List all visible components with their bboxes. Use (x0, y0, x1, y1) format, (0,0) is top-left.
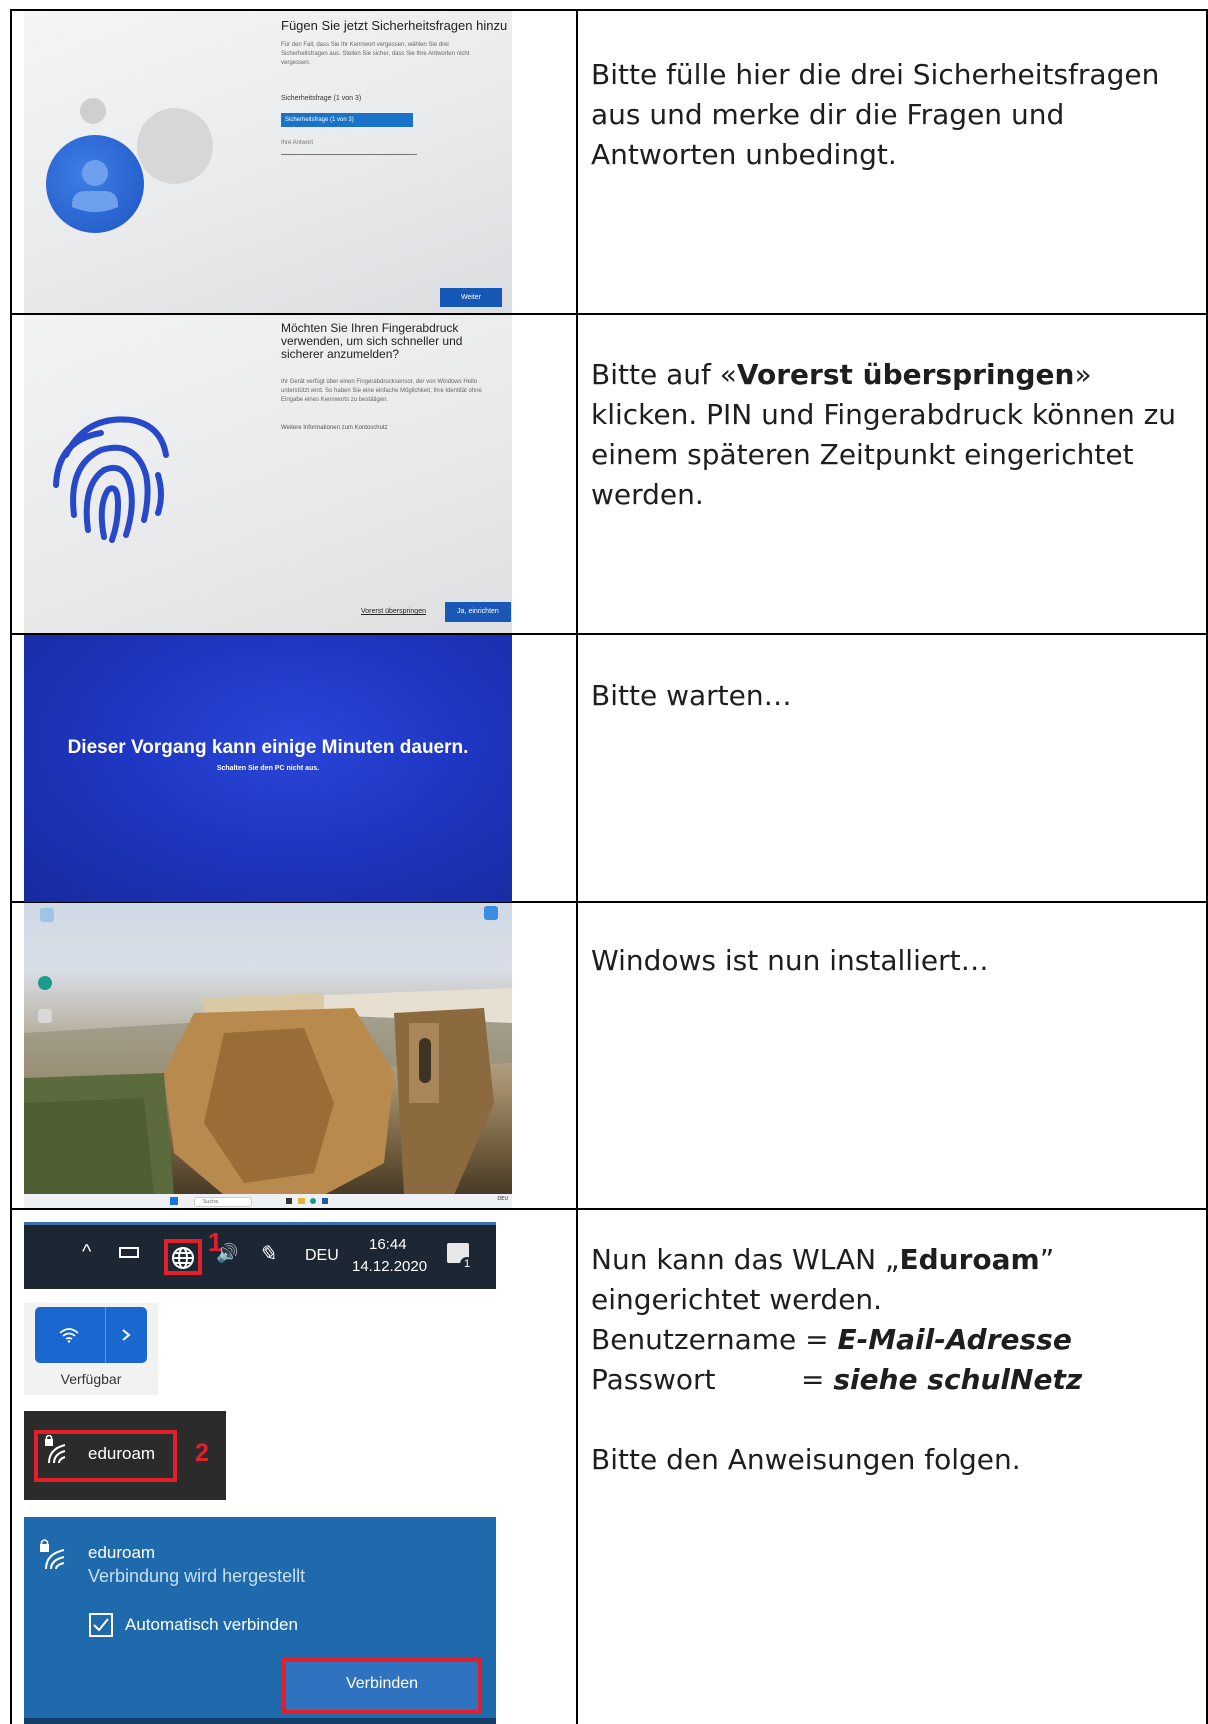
screenshot-please-wait: Dieser Vorgang kann einige Minuten dauer… (24, 635, 512, 902)
instruction-suffix: ” (1039, 1243, 1055, 1276)
taskbar-tray: DEU (497, 1196, 508, 1202)
screenshot-security-questions: Fügen Sie jetzt Sicherheitsfragen hinzu … (24, 11, 512, 313)
setup-button[interactable]: Ja, einrichten (445, 602, 511, 622)
taskview-icon[interactable] (286, 1198, 292, 1204)
screenshot-fingerprint: Möchten Sie Ihren Fingerabdruck verwende… (24, 315, 512, 633)
explorer-icon[interactable] (298, 1198, 305, 1204)
skip-link[interactable]: Vorerst überspringen (361, 608, 426, 615)
taskbar-tray-closeup: ^ 1 🔊 ✎ DEU 16:44 14.12.2020 1 (24, 1222, 496, 1289)
speaker-icon[interactable]: 🔊 (216, 1243, 238, 1264)
instruction-table: Fügen Sie jetzt Sicherheitsfragen hinzu … (0, 0, 1208, 1724)
instruction-paragraph: Bitte auf «Vorerst überspringen» klicken… (591, 355, 1196, 515)
connection-status: Verbindung wird hergestellt (88, 1566, 306, 1586)
edge-browser-icon[interactable] (38, 976, 52, 990)
instruction-text: Bitte warten… (591, 676, 1196, 716)
network-list-item[interactable]: eduroam 2 (24, 1411, 226, 1500)
password-line: Passwort = siehe schulNetz (591, 1360, 1196, 1400)
instruction-prefix: Nun kann das WLAN „ (591, 1243, 900, 1276)
instruction-emphasis: Vorerst überspringen (736, 358, 1075, 391)
store-icon[interactable] (322, 1198, 328, 1204)
password-value: siehe schulNetz (833, 1363, 1083, 1396)
instruction-paragraph: Nun kann das WLAN „Eduroam” (591, 1240, 1196, 1280)
edge-taskbar-icon[interactable] (310, 1198, 316, 1204)
avatar-decoration (137, 108, 213, 184)
password-equals: = (801, 1363, 834, 1396)
landscape-wallpaper (24, 988, 512, 1195)
wait-headline: Dieser Vorgang kann einige Minuten dauer… (67, 737, 469, 758)
connect-button[interactable]: Verbinden (282, 1658, 482, 1714)
chevron-up-icon[interactable]: ^ (82, 1241, 91, 1264)
auto-connect-checkbox[interactable] (89, 1613, 113, 1637)
user-avatar-icon (46, 135, 144, 233)
screen-title: Möchten Sie Ihren Fingerabdruck verwende… (281, 321, 463, 361)
taskbar-search[interactable]: Suche (194, 1197, 252, 1207)
screenshot-desktop: Suche DEU (24, 903, 512, 1208)
instruction-paragraph: Windows ist nun installiert… (591, 944, 989, 977)
password-label: Passwort (591, 1363, 716, 1396)
instruction-prefix: Bitte auf « (591, 358, 737, 391)
table-border-middle (576, 9, 578, 1724)
screen-body: Für den Fall, dass Sie Ihr Kennwort verg… (281, 42, 470, 66)
wifi-icon (59, 1328, 79, 1343)
instruction-text: Bitte fülle hier die drei Sicherheitsfra… (591, 55, 1196, 175)
battery-icon[interactable] (119, 1247, 139, 1258)
taskbar: Suche DEU (24, 1194, 512, 1208)
notification-count: 1 (460, 1257, 474, 1271)
auto-connect-label: Automatisch verbinden (125, 1615, 298, 1634)
wifi-status-label: Verfügbar (60, 1371, 122, 1387)
instruction-paragraph: Bitte fülle hier die drei Sicherheitsfra… (591, 58, 1160, 171)
chevron-right-icon[interactable] (121, 1328, 131, 1342)
panel-network-name: eduroam (88, 1543, 156, 1562)
network-icon-highlight (164, 1239, 202, 1275)
network-emphasis: Eduroam (899, 1243, 1040, 1276)
clock-time[interactable]: 16:44 (369, 1236, 407, 1253)
next-button[interactable]: Weiter (440, 288, 502, 307)
instruction-text: Nun kann das WLAN „Eduroam” eingerichtet… (591, 1240, 1196, 1480)
desktop-shortcut-icon[interactable] (38, 1009, 52, 1023)
username-value: E-Mail-Adresse (837, 1323, 1072, 1356)
wait-subline: Schalten Sie den PC nicht aus. (216, 765, 320, 772)
clock-date[interactable]: 14.12.2020 (352, 1258, 427, 1275)
instruction-paragraph: Bitte warten… (591, 679, 792, 712)
security-question-select[interactable]: Sicherheitsfrage (1 von 3) (281, 113, 413, 127)
tile-separator (105, 1307, 106, 1363)
account-protection-link[interactable]: Weitere Informationen zum Kontoschutz (281, 425, 388, 431)
start-icon[interactable] (170, 1197, 178, 1205)
answer-input[interactable]: Ihre Antwort (281, 140, 417, 155)
wifi-quick-tile: Verfügbar (24, 1303, 158, 1395)
language-indicator[interactable]: DEU (497, 1196, 508, 1202)
network-highlight (34, 1430, 177, 1482)
username-label: Benutzername = (591, 1323, 838, 1356)
wifi-secured-icon (40, 1539, 65, 1570)
panel-footer (24, 1718, 496, 1724)
instruction-text: Bitte auf «Vorerst überspringen» klicken… (591, 355, 1196, 515)
info-shortcut-icon[interactable] (484, 906, 498, 920)
step-marker: 2 (195, 1439, 209, 1467)
instruction-paragraph: eingerichtet werden. (591, 1283, 883, 1316)
follow-instructions: Bitte den Anweisungen folgen. (591, 1443, 1021, 1476)
avatar-decoration (80, 98, 106, 124)
username-line: Benutzername = E-Mail-Adresse (591, 1320, 1196, 1360)
screen-title: Fügen Sie jetzt Sicherheitsfragen hinzu (281, 18, 508, 33)
checkmark-icon (93, 1618, 109, 1632)
language-indicator[interactable]: DEU (305, 1247, 339, 1265)
network-connect-panel: eduroam Verbindung wird hergestellt Auto… (24, 1517, 496, 1724)
connect-button-label: Verbinden (345, 1675, 419, 1692)
recycle-bin-icon[interactable] (40, 908, 54, 922)
screen-body: Ihr Gerät verfügt über einen Fingerabdru… (281, 379, 482, 403)
instruction-text: Windows ist nun installiert… (591, 941, 1196, 981)
field-label: Sicherheitsfrage (1 von 3) (281, 95, 362, 102)
fingerprint-icon (53, 416, 169, 543)
pen-icon[interactable]: ✎ (258, 1241, 276, 1267)
table-border-left (10, 9, 12, 1724)
wifi-toggle-button[interactable] (35, 1307, 147, 1363)
row-divider (10, 1208, 1208, 1210)
